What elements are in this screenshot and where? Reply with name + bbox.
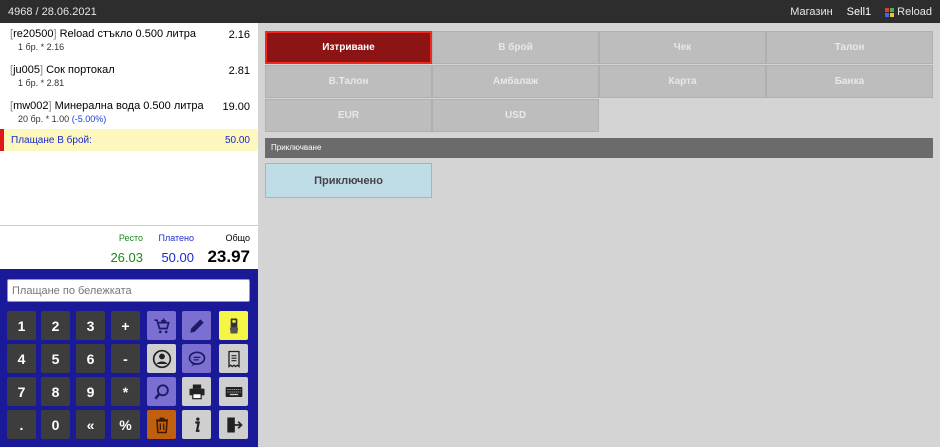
reload-label: Reload xyxy=(897,6,932,18)
printer-icon xyxy=(189,384,204,399)
item-detail: 1 бр. * 2.16 xyxy=(18,42,65,52)
customer-button[interactable] xyxy=(147,344,176,373)
item-code: [re20500] xyxy=(10,28,57,40)
item-total: 2.81 xyxy=(228,65,250,77)
reload-icon xyxy=(885,7,895,17)
document-info: 4968 / 28.06.2021 xyxy=(8,6,97,18)
receipt-icon xyxy=(227,350,240,368)
key-8[interactable]: 8 xyxy=(41,377,70,406)
key-backspace[interactable]: « xyxy=(76,410,105,439)
finish-button[interactable]: Приключено xyxy=(265,163,432,198)
key-6[interactable]: 6 xyxy=(76,344,105,373)
key-plus[interactable]: + xyxy=(111,311,140,340)
info-icon xyxy=(194,417,200,432)
key-3[interactable]: 3 xyxy=(76,311,105,340)
payment-label: Плащане В брой: xyxy=(11,135,92,146)
scanner-hand-icon xyxy=(229,318,238,333)
key-1[interactable]: 1 xyxy=(7,311,36,340)
receipt-line[interactable]: [re20500] Reload стъкло 0.500 литра 2.16… xyxy=(0,23,258,59)
voucher-button[interactable]: В.Талон xyxy=(265,65,432,98)
item-detail: 20 бр. * 1.00 (-5.00%) xyxy=(18,114,107,124)
keyboard-button[interactable] xyxy=(219,377,248,406)
delete-button[interactable] xyxy=(147,410,176,439)
coupon-button[interactable]: Талон xyxy=(766,31,933,64)
scanner-button[interactable] xyxy=(219,311,248,340)
pencil-icon xyxy=(189,318,204,333)
key-9[interactable]: 9 xyxy=(76,377,105,406)
item-name: Reload стъкло 0.500 литра xyxy=(59,28,196,40)
section-header: Приключване xyxy=(265,138,933,158)
item-name: Сок портокал xyxy=(46,64,115,76)
item-total: 19.00 xyxy=(222,101,250,113)
cash-button[interactable]: В брой xyxy=(432,31,599,64)
top-bar: 4968 / 28.06.2021 Магазин Sell1 Reload xyxy=(0,0,940,23)
user-name[interactable]: Sell1 xyxy=(847,6,871,18)
paid-total: Платено 50.00 xyxy=(158,233,194,265)
search-icon xyxy=(153,383,169,399)
eur-button[interactable]: EUR xyxy=(265,99,432,132)
key-percent[interactable]: % xyxy=(111,410,140,439)
key-4[interactable]: 4 xyxy=(7,344,36,373)
payment-panel: Изтриване В брой Чек Талон В.Талон Амбал… xyxy=(258,23,940,447)
info-button[interactable] xyxy=(182,410,211,439)
trash-icon xyxy=(155,417,168,433)
key-7[interactable]: 7 xyxy=(7,377,36,406)
receipt-panel: [re20500] Reload стъкло 0.500 литра 2.16… xyxy=(0,23,258,447)
receipt-line[interactable]: [mw002] Минерална вода 0.500 литра 19.00… xyxy=(0,95,258,131)
cart-icon xyxy=(154,318,170,333)
key-decimal[interactable]: . xyxy=(7,410,36,439)
exit-icon xyxy=(226,417,243,432)
exit-button[interactable] xyxy=(219,410,248,439)
item-detail: 1 бр. * 2.81 xyxy=(18,78,65,88)
payment-amount: 50.00 xyxy=(224,135,250,146)
reload-button[interactable]: Reload xyxy=(885,6,932,18)
keypad-area: 1 2 3 + 4 5 6 - 7 8 9 * . 0 « % xyxy=(0,269,258,447)
grand-total: Общо 23.97 xyxy=(207,233,250,266)
user-icon xyxy=(152,349,171,368)
card-button[interactable]: Карта xyxy=(599,65,766,98)
cart-button[interactable] xyxy=(147,311,176,340)
item-code: [mw002] xyxy=(10,100,52,112)
store-link[interactable]: Магазин xyxy=(790,6,832,18)
receipt-line[interactable]: [ju005] Сок портокал 2.81 1 бр. * 2.81 xyxy=(0,59,258,95)
key-minus[interactable]: - xyxy=(111,344,140,373)
edit-button[interactable] xyxy=(182,311,211,340)
receipt-button[interactable] xyxy=(219,344,248,373)
receipt-lines: [re20500] Reload стъкло 0.500 литра 2.16… xyxy=(0,23,258,225)
check-button[interactable]: Чек xyxy=(599,31,766,64)
item-total: 2.16 xyxy=(228,29,250,41)
payment-row[interactable]: Плащане В брой: 50.00 xyxy=(0,129,258,151)
delete-payment-button[interactable]: Изтриване xyxy=(265,31,432,64)
key-5[interactable]: 5 xyxy=(41,344,70,373)
item-code: [ju005] xyxy=(10,64,44,76)
keyboard-icon xyxy=(225,386,242,397)
change-total: Ресто 26.03 xyxy=(110,233,143,265)
key-2[interactable]: 2 xyxy=(41,311,70,340)
item-discount: (-5.00%) xyxy=(71,114,107,124)
item-name: Минерална вода 0.500 литра xyxy=(54,100,204,112)
totals-panel: Ресто 26.03 Платено 50.00 Общо 23.97 xyxy=(0,225,258,269)
packaging-button[interactable]: Амбалаж xyxy=(432,65,599,98)
bank-button[interactable]: Банка xyxy=(766,65,933,98)
search-button[interactable] xyxy=(147,377,176,406)
chat-icon xyxy=(188,351,205,366)
print-button[interactable] xyxy=(182,377,211,406)
key-0[interactable]: 0 xyxy=(41,410,70,439)
usd-button[interactable]: USD xyxy=(432,99,599,132)
comment-button[interactable] xyxy=(182,344,211,373)
receipt-note-input[interactable] xyxy=(7,279,250,302)
key-multiply[interactable]: * xyxy=(111,377,140,406)
